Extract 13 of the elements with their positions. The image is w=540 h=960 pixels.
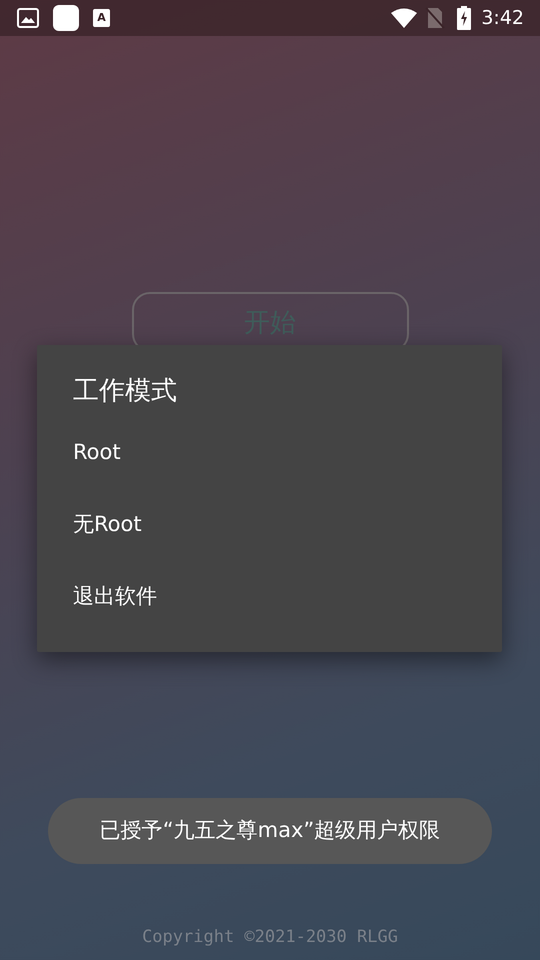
app-icon <box>53 5 79 31</box>
no-sim-icon <box>425 7 446 29</box>
dialog-title: 工作模式 <box>73 375 177 408</box>
wifi-icon <box>391 8 418 28</box>
clock: 3:42 <box>481 6 524 31</box>
menu-item[interactable]: 退出软件 <box>37 561 502 633</box>
menu-item[interactable]: 无Root <box>37 489 502 561</box>
menu-item[interactable]: Root <box>37 417 502 489</box>
toast: 已授予“九五之尊max”超级用户权限 <box>48 798 492 864</box>
battery-charging-icon <box>457 6 472 30</box>
image-icon <box>17 8 39 28</box>
notification-icon: A <box>93 9 110 27</box>
copyright-text: Copyright ©2021-2030 RLGG <box>142 926 398 948</box>
